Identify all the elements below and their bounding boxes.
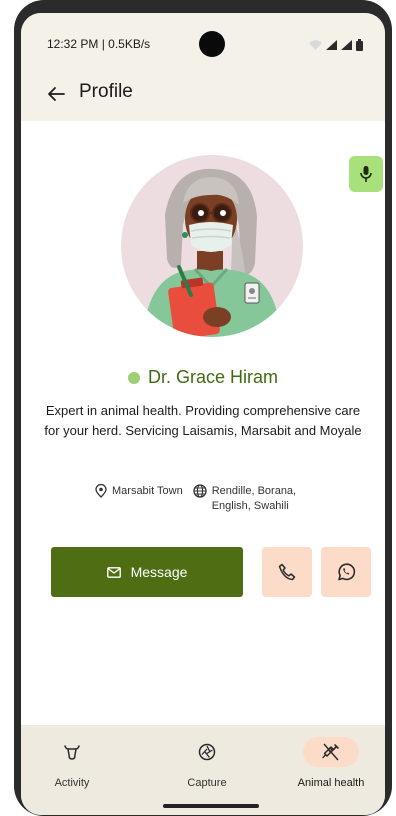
nav-item-activity[interactable]: Activity (22, 737, 122, 789)
nav-item-animal-health[interactable]: Animal health (281, 737, 381, 789)
doctor-bio: Expert in animal health. Providing compr… (44, 403, 362, 438)
languages-text: Rendille, Borana, English, Swahili (211, 485, 297, 512)
app-bar: Profile (21, 73, 385, 117)
screen: 12:32 PM | 0.5KB/s Profile Dr. Grace Hir… (21, 13, 385, 815)
page-title: Profile (79, 81, 133, 102)
home-indicator[interactable] (163, 804, 259, 808)
location-item: Marsabit Town (95, 484, 183, 514)
syringe-icon (322, 743, 339, 761)
doctor-avatar (121, 155, 303, 337)
camera-shutter-icon (198, 743, 216, 761)
meta-row: Marsabit Town Rendille, Borana, English,… (95, 484, 355, 514)
nav-item-capture[interactable]: Capture (157, 737, 257, 789)
voice-button[interactable] (349, 156, 383, 192)
nav-label-activity: Activity (54, 777, 90, 789)
status-bar: 12:32 PM | 0.5KB/s (21, 13, 385, 69)
doctor-illustration (143, 168, 281, 337)
mail-icon (106, 566, 121, 578)
whatsapp-button[interactable] (321, 547, 371, 597)
signal-icon (341, 40, 352, 50)
nav-label-capture: Capture (187, 777, 227, 789)
camera-cutout (199, 31, 225, 57)
globe-icon (193, 484, 207, 498)
status-time: 12:32 PM | 0.5KB/s (47, 37, 151, 51)
location-text: Marsabit Town (112, 485, 183, 497)
name-row: Dr. Grace Hiram (21, 367, 385, 388)
arrow-left-icon (48, 87, 65, 101)
message-label: Message (130, 564, 188, 580)
phone-icon (278, 563, 296, 581)
message-button[interactable]: Message (51, 547, 243, 597)
online-status-dot (127, 371, 140, 384)
doctor-name: Dr. Grace Hiram (147, 367, 279, 387)
battery-icon (356, 39, 363, 51)
nav-icon-container (303, 737, 359, 767)
bottom-navigation: Activity Capture Animal health (21, 725, 385, 815)
nav-icon-container (44, 737, 100, 767)
cow-icon (64, 745, 80, 760)
nav-label-animal-health: Animal health (297, 777, 365, 789)
whatsapp-icon (338, 563, 356, 581)
signal-icon (326, 40, 337, 50)
location-pin-icon (95, 484, 107, 498)
wifi-icon (309, 40, 322, 50)
status-icons (309, 39, 363, 51)
back-button[interactable] (43, 81, 69, 107)
microphone-icon (360, 166, 372, 182)
languages-item: Rendille, Borana, English, Swahili (193, 484, 308, 514)
nav-icon-container (179, 737, 235, 767)
header-area: 12:32 PM | 0.5KB/s Profile (21, 13, 385, 121)
call-button[interactable] (262, 547, 312, 597)
